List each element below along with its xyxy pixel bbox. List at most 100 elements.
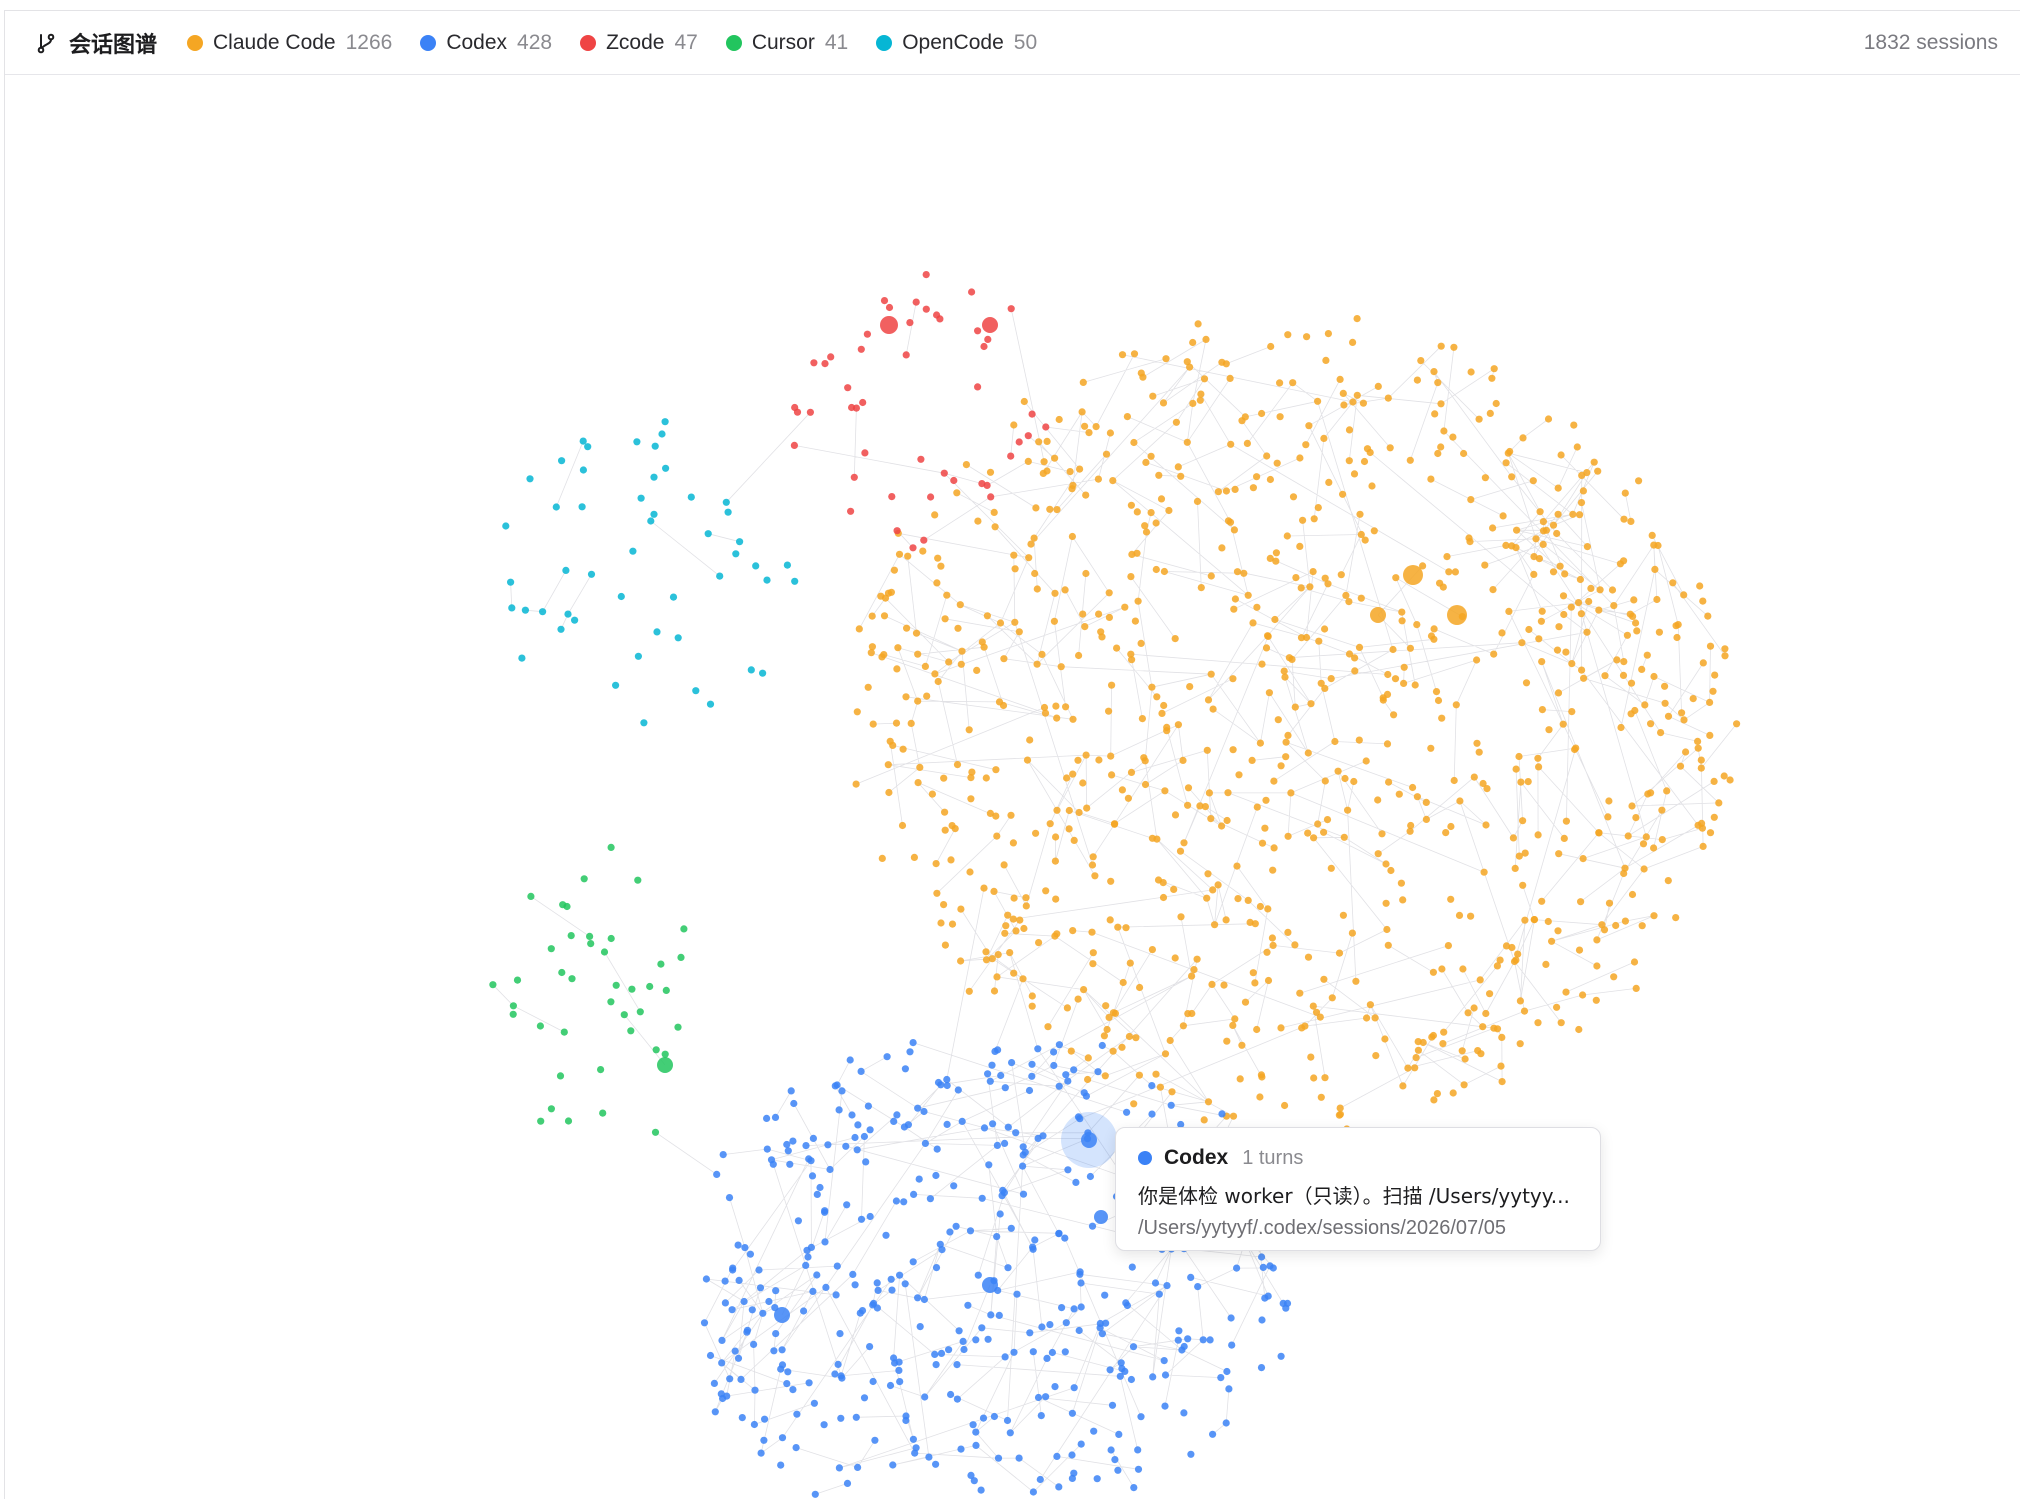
session-node[interactable] <box>993 832 1001 840</box>
session-node[interactable] <box>937 1349 946 1357</box>
session-node[interactable] <box>1559 592 1568 600</box>
session-node[interactable] <box>1321 777 1329 785</box>
session-node[interactable] <box>1010 1348 1018 1356</box>
session-node[interactable] <box>1010 551 1018 559</box>
session-node[interactable] <box>1554 927 1562 935</box>
session-node[interactable] <box>901 1065 910 1073</box>
session-node[interactable] <box>579 437 587 445</box>
session-node[interactable] <box>1106 1366 1114 1374</box>
session-node[interactable] <box>1336 1110 1344 1118</box>
session-node[interactable] <box>881 594 890 602</box>
session-node[interactable] <box>1183 438 1191 446</box>
session-node[interactable] <box>1069 481 1077 489</box>
session-node[interactable] <box>1479 1023 1487 1031</box>
session-node[interactable] <box>1203 746 1211 754</box>
session-node[interactable] <box>1264 905 1272 913</box>
session-node[interactable] <box>810 1399 819 1407</box>
session-node[interactable] <box>1141 522 1149 530</box>
session-node[interactable] <box>1248 756 1256 765</box>
session-node[interactable] <box>1011 618 1019 626</box>
session-node[interactable] <box>1575 1025 1583 1034</box>
session-node[interactable] <box>1128 656 1136 664</box>
session-node[interactable] <box>509 1010 517 1018</box>
session-node[interactable] <box>1385 778 1393 786</box>
session-node[interactable] <box>922 305 930 313</box>
session-node[interactable] <box>1076 1270 1084 1278</box>
session-node[interactable] <box>568 975 576 983</box>
session-node[interactable] <box>1676 762 1685 770</box>
session-node[interactable] <box>1577 499 1586 507</box>
session-node[interactable] <box>1269 866 1277 874</box>
session-node[interactable] <box>1562 648 1570 656</box>
session-node[interactable] <box>752 562 760 570</box>
session-node[interactable] <box>1098 633 1106 641</box>
session-node[interactable] <box>1351 667 1359 675</box>
session-node[interactable] <box>1535 635 1543 643</box>
session-node[interactable] <box>620 1011 628 1019</box>
session-node[interactable] <box>1094 1068 1102 1076</box>
session-node[interactable] <box>1481 561 1489 569</box>
session-node[interactable] <box>982 948 990 956</box>
session-node[interactable] <box>1720 772 1728 780</box>
session-node[interactable] <box>1517 778 1525 786</box>
session-node[interactable] <box>674 634 682 642</box>
session-node[interactable] <box>1127 501 1135 509</box>
session-node[interactable] <box>1482 1009 1490 1018</box>
session-node[interactable] <box>734 1241 742 1249</box>
session-node[interactable] <box>1339 911 1347 919</box>
session-node[interactable] <box>1128 550 1136 558</box>
session-node[interactable] <box>1197 390 1205 398</box>
session-node[interactable] <box>1498 629 1506 637</box>
session-node[interactable] <box>1455 911 1464 920</box>
session-node[interactable] <box>882 1231 890 1239</box>
session-node[interactable] <box>1258 409 1266 418</box>
session-node[interactable] <box>1336 375 1344 383</box>
session-node[interactable] <box>900 1198 908 1206</box>
session-node[interactable] <box>1261 1294 1269 1302</box>
session-node[interactable] <box>1108 771 1116 779</box>
session-node[interactable] <box>1443 553 1451 561</box>
session-node[interactable] <box>1231 1015 1239 1023</box>
session-node[interactable] <box>1530 916 1538 924</box>
session-node[interactable] <box>927 493 935 501</box>
session-node[interactable] <box>1530 570 1538 578</box>
session-node[interactable] <box>1555 623 1563 631</box>
session-node[interactable] <box>810 359 818 367</box>
session-node[interactable] <box>889 1461 897 1469</box>
session-node[interactable] <box>853 1146 861 1154</box>
session-node[interactable] <box>1253 1025 1261 1034</box>
session-node[interactable] <box>1010 969 1018 977</box>
session-node[interactable] <box>1065 806 1073 815</box>
session-node[interactable] <box>831 1370 839 1378</box>
session-node[interactable] <box>1148 946 1156 954</box>
session-node[interactable] <box>687 493 695 501</box>
session-node[interactable] <box>1429 968 1437 976</box>
session-node[interactable] <box>706 700 715 708</box>
session-node[interactable] <box>1152 565 1160 574</box>
session-node[interactable] <box>1227 440 1235 448</box>
session-node[interactable] <box>1601 672 1609 680</box>
session-node[interactable] <box>1256 739 1264 747</box>
session-node[interactable] <box>866 1343 874 1351</box>
session-node[interactable] <box>1218 1110 1226 1118</box>
session-node[interactable] <box>1450 343 1458 351</box>
session-node[interactable] <box>1004 1264 1012 1272</box>
session-node[interactable] <box>579 466 588 474</box>
session-node[interactable] <box>1314 820 1322 828</box>
session-node[interactable] <box>1007 1224 1015 1232</box>
session-node[interactable] <box>1414 1038 1422 1046</box>
session-node[interactable] <box>1433 1090 1441 1098</box>
session-node[interactable] <box>1148 683 1156 691</box>
session-node[interactable] <box>1151 1279 1160 1287</box>
session-node[interactable] <box>607 843 615 852</box>
session-node[interactable] <box>1411 1064 1419 1072</box>
session-node[interactable] <box>1266 1262 1274 1270</box>
session-node[interactable] <box>735 1276 743 1284</box>
session-node[interactable] <box>892 1197 901 1205</box>
session-node[interactable] <box>1240 569 1248 577</box>
session-node[interactable] <box>836 1330 844 1338</box>
session-node[interactable] <box>1274 716 1282 724</box>
session-node[interactable] <box>990 987 999 995</box>
session-node[interactable] <box>1480 868 1488 876</box>
session-node[interactable] <box>952 1222 960 1230</box>
